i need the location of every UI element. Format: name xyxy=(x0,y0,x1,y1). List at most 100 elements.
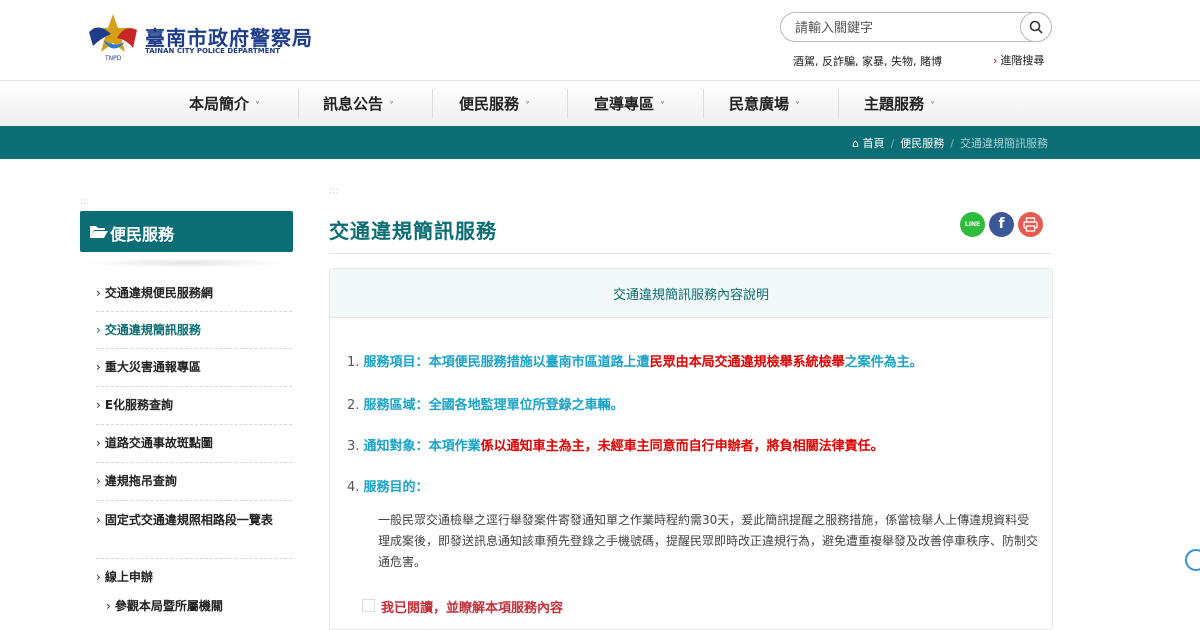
item-number: 3. xyxy=(347,439,360,454)
list-item: 1. 服務項目：本項便民服務措施以臺南市區道路上遭民眾由本局交通違規檢舉系統檢舉… xyxy=(347,351,923,370)
sidebar-subitem-visit[interactable]: › 參觀本局暨所屬機關 xyxy=(106,596,292,616)
sidebar-item-label: 參觀本局暨所屬機關 xyxy=(114,599,223,613)
sidebar-item-sms-service[interactable]: › 交通違規簡訊服務 xyxy=(96,320,292,340)
search-icon xyxy=(1029,20,1043,34)
content-box-header: 交通違規簡訊服務內容說明 xyxy=(330,269,1052,318)
item-number: 2. xyxy=(347,398,360,413)
sidebar-item-camera-list[interactable]: › 固定式交通違規照相路段一覽表 xyxy=(96,510,292,530)
folder-open-icon xyxy=(90,226,108,238)
sidebar-item-towing[interactable]: › 違規拖吊查詢 xyxy=(96,471,292,491)
sidebar-item-accident-map[interactable]: › 道路交通事故斑點圖 xyxy=(96,433,292,453)
list-item: 4. 服務目的： xyxy=(347,476,429,495)
nav-item-about[interactable]: 本局簡介 ˅ xyxy=(189,81,260,127)
sidebar-item-label: E化服務查詢 xyxy=(104,398,174,412)
nav-label: 民意廣場 xyxy=(729,95,790,113)
sidebar-item-label: 固定式交通違規照相路段一覽表 xyxy=(104,513,273,527)
chevron-down-icon: ˅ xyxy=(389,101,395,112)
nav-divider xyxy=(432,89,433,119)
breadcrumb-separator: / xyxy=(890,137,895,150)
breadcrumb-services[interactable]: 便民服務 xyxy=(900,137,944,150)
nav-divider xyxy=(703,89,704,119)
purpose-paragraph: 一般民眾交通檢舉之逕行舉發案件寄發通知單之作業時程約需30天，爰此簡訊提醒之服務… xyxy=(378,513,1039,569)
content-box: 交通違規簡訊服務內容說明 1. 服務項目：本項便民服務措施以臺南市區道路上遭民眾… xyxy=(329,268,1053,630)
advanced-search-link[interactable]: › 進階搜尋 xyxy=(993,52,1044,68)
advanced-search-label: 進階搜尋 xyxy=(1000,54,1045,67)
item-label: 服務項目： xyxy=(363,355,429,370)
item-label: 通知對象： xyxy=(363,439,429,454)
sidebar-divider xyxy=(96,386,292,387)
sidebar-divider xyxy=(96,462,292,463)
breadcrumb-home[interactable]: 首頁 xyxy=(863,137,885,150)
sidebar-item-online-apply[interactable]: › 線上申辦 xyxy=(96,567,292,587)
chevron-right-icon: › xyxy=(106,599,111,613)
item-text: 全國各地監理單位所登錄之車輛。 xyxy=(428,398,624,413)
agree-checkbox-row[interactable]: 我已閱讀，並瞭解本項服務內容 xyxy=(362,597,564,616)
content-box-title: 交通違規簡訊服務內容說明 xyxy=(612,288,769,303)
sidebar-divider xyxy=(96,348,292,349)
breadcrumb-current: 交通違規簡訊服務 xyxy=(960,137,1048,150)
chevron-down-icon: ˅ xyxy=(660,101,666,112)
chevron-down-icon: ˅ xyxy=(255,101,261,112)
item-label: 服務目的： xyxy=(363,480,429,495)
item-text: 本項作業 xyxy=(428,439,481,454)
search-button[interactable] xyxy=(1020,12,1052,42)
list-item: 3. 通知對象：本項作業係以通知車主為主，未經車主同意而自行申辦者，將負相關法律… xyxy=(347,435,884,454)
share-facebook-button[interactable]: f xyxy=(989,212,1014,237)
print-button[interactable] xyxy=(1018,212,1043,237)
nav-item-promotion[interactable]: 宣導專區 ˅ xyxy=(594,81,665,127)
sidebar-item-label: 交通違規便民服務網 xyxy=(104,286,213,300)
nav-label: 便民服務 xyxy=(459,95,520,113)
sidebar-divider xyxy=(96,424,292,425)
share-line-button[interactable]: LINE xyxy=(960,212,985,237)
hot-keywords[interactable]: 酒駕, 反詐騙, 家暴, 失物, 賭博 xyxy=(793,53,942,69)
nav-item-services[interactable]: 便民服務 ˅ xyxy=(459,81,530,127)
logo-subtitle: TAINAN CITY POLICE DEPARTMENT xyxy=(145,47,281,55)
sidebar-item-label: 違規拖吊查詢 xyxy=(104,474,177,488)
sidebar-divider xyxy=(96,500,292,501)
sidebar-item-label: 線上申辦 xyxy=(104,570,153,584)
chevron-right-icon: › xyxy=(96,398,101,412)
search-input[interactable] xyxy=(793,16,1017,40)
chevron-down-icon: ˅ xyxy=(795,101,801,112)
nav-item-opinion[interactable]: 民意廣場 ˅ xyxy=(729,81,800,127)
nav-label: 本局簡介 xyxy=(189,95,250,113)
sidebar-item-traffic-portal[interactable]: › 交通違規便民服務網 xyxy=(96,283,292,303)
nav-item-topics[interactable]: 主題服務 ˅ xyxy=(864,81,935,127)
nav-label: 主題服務 xyxy=(864,95,925,113)
chat-help-icon[interactable] xyxy=(1185,549,1200,571)
item-number: 1. xyxy=(347,355,360,370)
search-box xyxy=(780,12,1052,42)
chevron-right-icon: › xyxy=(96,323,101,337)
item-text: 之案件為主。 xyxy=(844,355,923,370)
print-icon xyxy=(1023,217,1038,232)
line-icon: LINE xyxy=(964,221,981,228)
sidebar-item-e-service[interactable]: › E化服務查詢 xyxy=(96,395,292,415)
facebook-icon: f xyxy=(998,216,1005,232)
sidebar-header: 便民服務 xyxy=(80,211,293,252)
sidebar-divider xyxy=(82,258,291,268)
breadcrumb-bar: ⌂ 首頁 / 便民服務 / 交通違規簡訊服務 xyxy=(0,126,1200,159)
chevron-right-icon: › xyxy=(96,436,101,450)
chevron-right-icon: › xyxy=(96,360,101,374)
sidebar-divider xyxy=(96,558,292,559)
home-icon: ⌂ xyxy=(852,137,860,150)
sidebar-item-label: 重大災害通報專區 xyxy=(104,360,201,374)
breadcrumb: ⌂ 首頁 / 便民服務 / 交通違規簡訊服務 xyxy=(852,135,1048,151)
sidebar-item-label: 道路交通事故斑點圖 xyxy=(104,436,213,450)
site-logo[interactable]: TNPD 臺南市政府警察局 TAINAN CITY POLICE DEPARTM… xyxy=(85,12,315,64)
police-emblem-icon: TNPD xyxy=(89,14,137,62)
agree-label: 我已閱讀，並瞭解本項服務內容 xyxy=(381,601,564,616)
agree-checkbox[interactable] xyxy=(362,599,375,612)
nav-item-news[interactable]: 訊息公告 ˅ xyxy=(323,81,394,127)
nav-divider xyxy=(838,89,839,119)
chevron-right-icon: › xyxy=(96,513,101,527)
breadcrumb-separator: / xyxy=(950,137,954,150)
nav-label: 宣導專區 xyxy=(594,95,655,113)
chevron-right-icon: › xyxy=(96,570,101,584)
sidebar-item-disaster[interactable]: › 重大災害通報專區 xyxy=(96,357,292,377)
nav-divider xyxy=(298,89,299,119)
sidebar-divider xyxy=(96,311,292,312)
chevron-right-icon: › xyxy=(96,286,101,300)
item-highlight: 係以通知車主為主，未經車主同意而自行申辦者，將負相關法律責任。 xyxy=(480,439,884,454)
chevron-right-icon: › xyxy=(993,54,998,67)
